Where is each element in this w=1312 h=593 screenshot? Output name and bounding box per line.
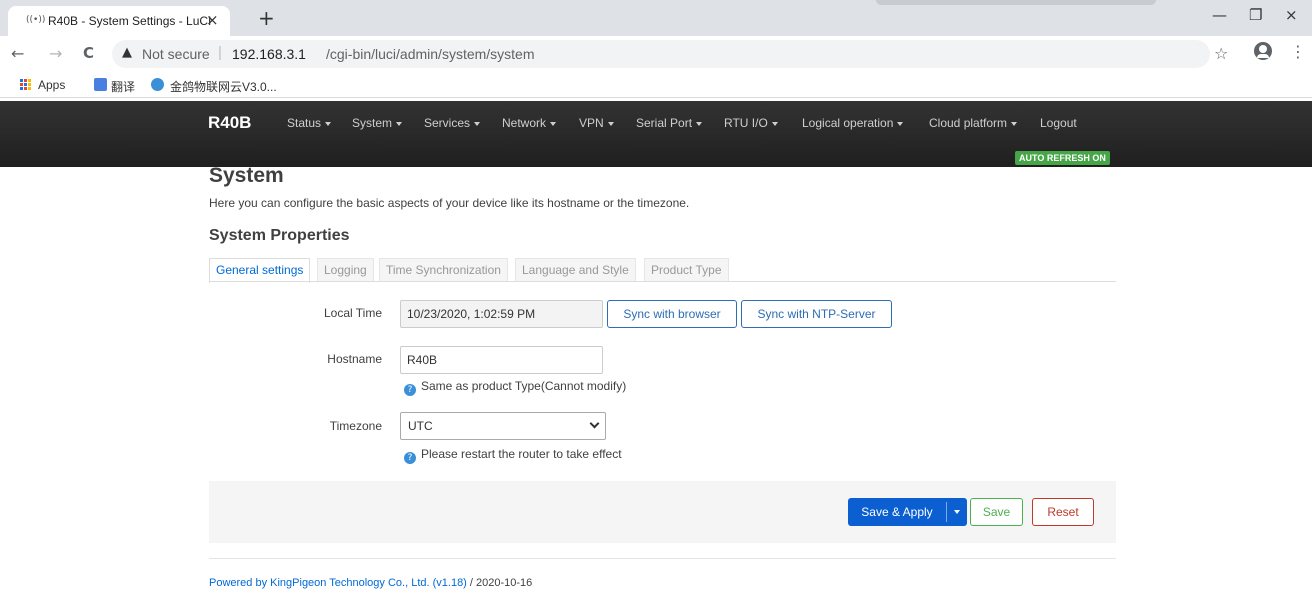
menu-cloud-platform[interactable]: Cloud platform [929,116,1018,130]
save-apply-button[interactable]: Save & Apply [848,498,946,526]
menu-network-label: Network [502,116,547,130]
timezone-value: UTC [408,419,433,433]
section-title: System Properties [209,227,350,244]
tab-close-icon[interactable]: × [206,11,219,29]
timezone-hint: ? Please restart the router to take effec… [404,447,622,464]
reset-button[interactable]: Reset [1032,498,1094,526]
menu-cloud-platform-label: Cloud platform [929,116,1008,130]
menu-status[interactable]: Status [287,116,332,130]
save-apply-button-group: Save & Apply [848,498,967,526]
button-separator [946,502,947,522]
new-tab-button[interactable]: + [258,6,275,30]
menu-logical-operation-label: Logical operation [802,116,894,130]
tab-language-and-style[interactable]: Language and Style [515,258,636,282]
bookmark-cloud[interactable]: 金鸽物联网云V3.0... [170,78,277,95]
timezone-select[interactable]: UTC [400,412,606,440]
luci-header: R40B Status System Services Network VPN … [0,101,1312,167]
menu-system[interactable]: System [352,116,403,130]
menu-status-label: Status [287,116,322,130]
chevron-down-icon [550,121,557,126]
menu-logical-operation[interactable]: Logical operation [802,116,904,130]
menu-rtu-io-label: RTU I/O [724,116,768,130]
browser-tab-strip: ((•)) R40B - System Settings - LuCI × + … [0,0,1312,36]
bookmark-apps[interactable]: Apps [38,78,65,92]
url-separator: | [218,44,222,61]
chevron-down-icon [897,121,904,126]
menu-services-label: Services [424,116,471,130]
save-button[interactable]: Save [970,498,1023,526]
browser-tab-title: R40B - System Settings - LuCI [48,14,212,28]
help-icon: ? [404,452,416,464]
page-description: Here you can configure the basic aspects… [209,196,690,210]
wireless-icon: ((•)) [26,15,46,25]
bookmark-translate[interactable]: 翻译 [111,78,135,95]
chevron-down-icon [771,121,778,126]
apps-grid-icon [20,79,31,90]
menu-vpn-label: VPN [579,116,604,130]
back-icon[interactable]: ← [11,44,24,63]
tab-time-synchronization[interactable]: Time Synchronization [379,258,508,282]
minimize-icon[interactable]: — [1212,6,1227,24]
footer: Powered by KingPigeon Technology Co., Lt… [209,577,532,589]
restore-icon[interactable]: ❐ [1249,6,1262,24]
footer-divider [209,558,1116,559]
local-time-label: Local Time [323,306,382,320]
chevron-down-icon [396,121,403,126]
timezone-label: Timezone [329,419,382,433]
forward-icon[interactable]: → [49,44,62,63]
hostname-hint-text: Same as product Type(Cannot modify) [421,379,627,393]
chevron-down-icon [696,121,703,126]
browser-menu-icon[interactable]: ⋮ [1290,42,1306,61]
menu-vpn[interactable]: VPN [579,116,614,130]
browser-toolbar: ← → C ▲ Not secure | 192.168.3.1 /cgi-bi… [0,36,1312,72]
translate-icon [94,78,107,91]
tabs-divider [209,281,1116,282]
cloud-icon [151,78,164,91]
menu-serial-port-label: Serial Port [636,116,693,130]
menu-network[interactable]: Network [502,116,557,130]
bookmark-star-icon[interactable]: ☆ [1214,44,1228,63]
sync-with-browser-button[interactable]: Sync with browser [607,300,737,328]
url-host: 192.168.3.1 [232,46,306,62]
chevron-down-icon [607,121,614,126]
bookmarks-bar: Apps 翻译 金鸽物联网云V3.0... [0,72,1312,98]
menu-system-label: System [352,116,393,130]
menu-logout[interactable]: Logout [1040,116,1077,130]
chevron-down-icon [474,121,481,126]
security-status[interactable]: Not secure [142,46,210,62]
hostname-label: Hostname [327,352,382,366]
reload-icon[interactable]: C [83,44,94,62]
browser-tab[interactable]: ((•)) R40B - System Settings - LuCI × [8,6,230,36]
menu-serial-port[interactable]: Serial Port [636,116,703,130]
tab-general-settings[interactable]: General settings [209,258,311,283]
tab-product-type[interactable]: Product Type [644,258,729,282]
chevron-down-icon [589,418,600,429]
timezone-hint-text: Please restart the router to take effect [421,447,622,461]
chevron-down-icon [1011,121,1018,126]
help-icon: ? [404,384,416,396]
url-path: /cgi-bin/luci/admin/system/system [326,46,535,62]
footer-link[interactable]: Powered by KingPigeon Technology Co., Lt… [209,577,467,589]
warning-icon: ▲ [122,45,132,60]
local-time-field: 10/23/2020, 1:02:59 PM [400,300,603,328]
hostname-field[interactable]: R40B [400,346,603,374]
tab-logging[interactable]: Logging [317,258,374,282]
profile-icon[interactable] [1254,42,1272,60]
sync-with-ntp-button[interactable]: Sync with NTP-Server [741,300,892,328]
page-title: System [209,164,284,187]
hostname-hint: ? Same as product Type(Cannot modify) [404,379,626,396]
footer-date: / 2020-10-16 [466,577,533,589]
tab-search-strip [876,0,1156,5]
menu-rtu-io[interactable]: RTU I/O [724,116,778,130]
chevron-down-icon [325,121,332,126]
address-bar[interactable]: ▲ Not secure | 192.168.3.1 /cgi-bin/luci… [112,40,1210,68]
auto-refresh-badge[interactable]: AUTO REFRESH ON [1015,151,1110,165]
brand-logo[interactable]: R40B [208,113,251,133]
page-actions: Save & Apply Save Reset [209,481,1116,543]
apply-dropdown-icon[interactable] [954,510,960,514]
menu-services[interactable]: Services [424,116,481,130]
window-close-icon[interactable]: × [1285,6,1298,24]
